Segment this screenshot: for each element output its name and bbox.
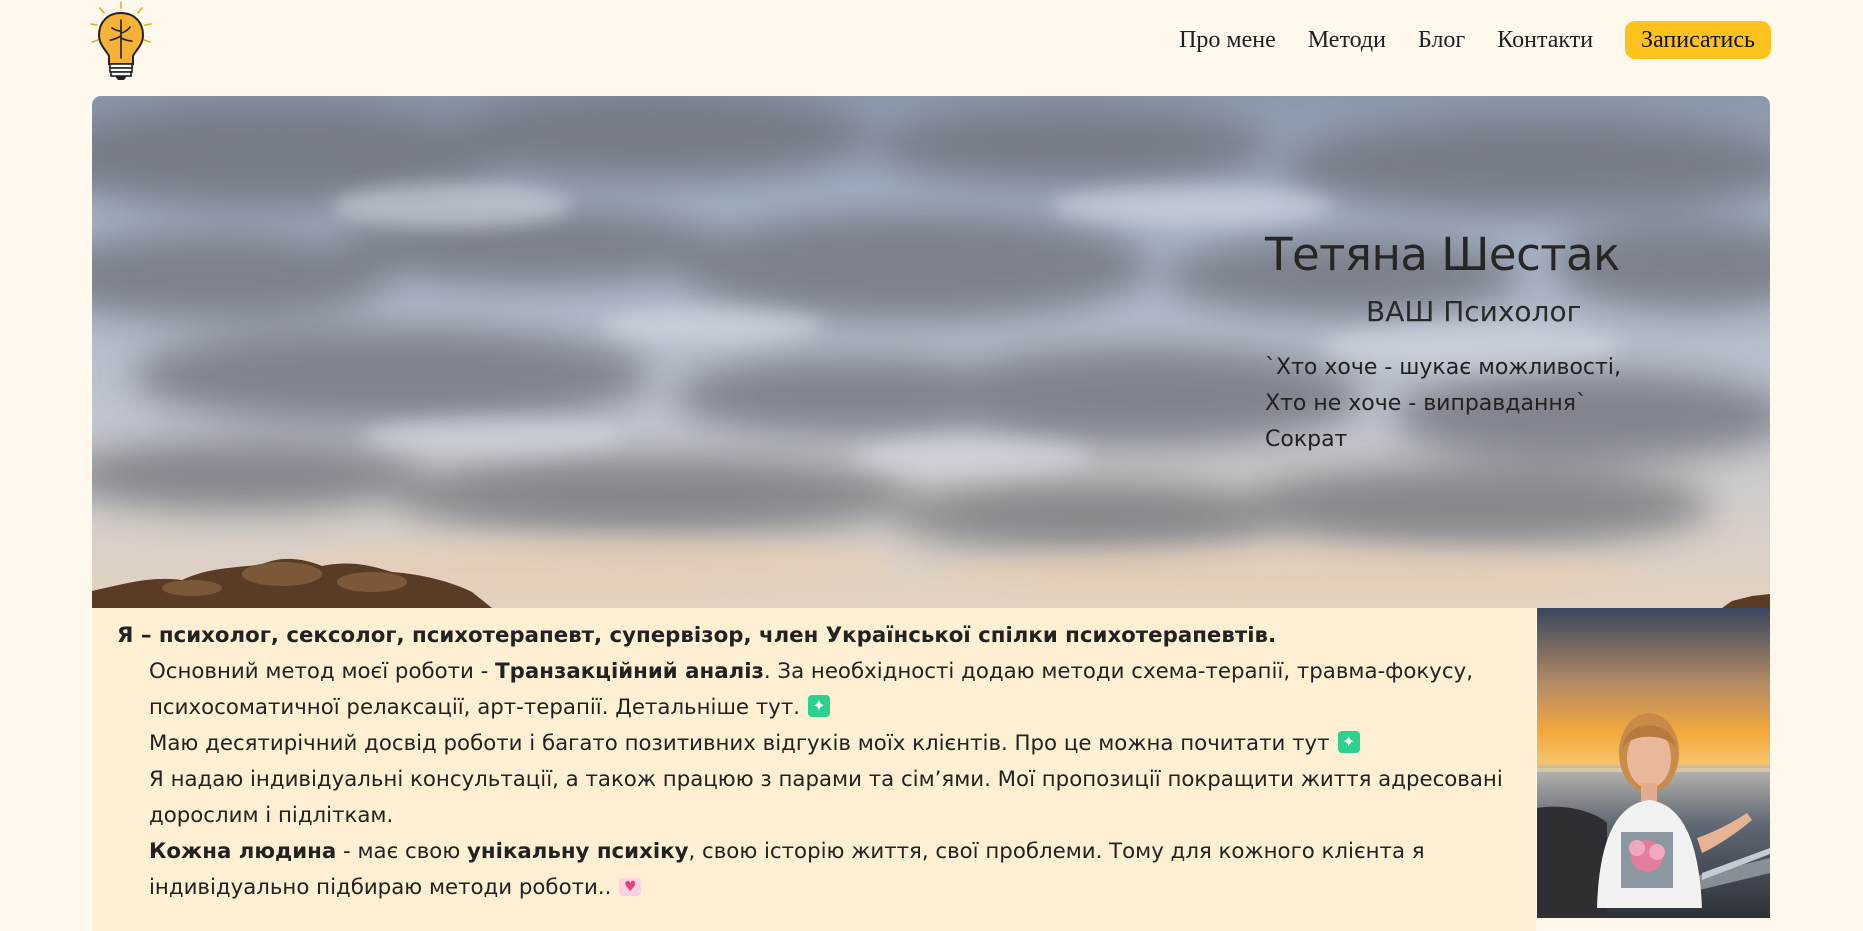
hero-text: Тетяна Шестак ВАШ Психолог `Хто хоче - ш… [1265,228,1685,458]
about-section: Я – психолог, сексолог, психотерапевт, с… [92,608,1536,931]
about-intro: Я – психолог, сексолог, психотерапевт, с… [117,623,1277,648]
hero-banner: Тетяна Шестак ВАШ Психолог `Хто хоче - ш… [92,96,1770,608]
psychologist-photo [1537,608,1770,918]
about-paragraph-services: Я надаю індивідуальні консультації, а та… [149,767,1503,828]
site-header: Про мене Методи Блог Контакти Записатись [0,0,1863,96]
nav-blog[interactable]: Блог [1418,22,1465,58]
nav-contacts[interactable]: Контакти [1497,22,1593,58]
about-paragraph-experience: Маю десятирічний досвід роботи і багато … [117,726,1517,762]
about-text: Я – психолог, сексолог, психотерапевт, с… [117,618,1517,906]
quote-line: Хто не хоче - виправдання` [1265,391,1587,416]
quote-author: Сократ [1265,427,1348,452]
sparkle-icon[interactable] [1337,731,1360,753]
lightbulb-brain-logo[interactable] [88,0,154,82]
quote-line: `Хто хоче - шукає можливості, [1265,355,1621,380]
nav-methods[interactable]: Методи [1308,22,1386,58]
heart-icon [619,878,642,896]
about-paragraph-approach: Кожна людина - має свою унікальну психік… [117,834,1517,906]
signup-button[interactable]: Записатись [1625,21,1771,59]
hero-quote: `Хто хоче - шукає можливості, Хто не хоч… [1265,350,1685,458]
hero-subtitle: ВАШ Психолог [1366,295,1582,328]
hero-title: Тетяна Шестак [1265,228,1620,281]
nav-about[interactable]: Про мене [1179,22,1276,58]
sparkle-icon[interactable] [808,695,830,717]
about-paragraph-methods: Основний метод моєї роботи - Транзакційн… [117,654,1517,726]
main-nav: Про мене Методи Блог Контакти Записатись [1147,21,1771,59]
